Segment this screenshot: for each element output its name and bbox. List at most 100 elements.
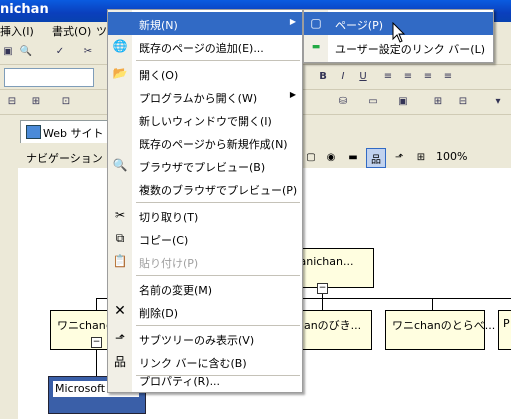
align-left-icon[interactable]: ≡ (380, 68, 396, 84)
menu-item-label: 新規(N) (139, 19, 178, 32)
web-site-icon (26, 125, 41, 139)
cut-icon[interactable]: ✂ (80, 43, 96, 59)
menu-item-label: 既存のページから新規作成(N) (139, 138, 288, 151)
scissors-icon: ✂ (114, 208, 126, 222)
menu-item-label: ユーザー設定のリンク バー(L) (335, 43, 485, 56)
menu-item-label: 既存のページの追加(E)... (139, 42, 264, 55)
menu-item-label: ページ(P) (335, 19, 383, 32)
open-folder-icon: 📂 (112, 66, 128, 80)
link-bar-icon: ▬ (311, 42, 321, 52)
paint-bucket-icon[interactable]: ⛁ (335, 93, 351, 109)
menu-item-label: プログラムから開く(W) (139, 92, 258, 105)
toolbar-options-icon[interactable]: ▾ (490, 93, 506, 109)
subtree-icon[interactable]: ⬏ (390, 148, 408, 166)
menu-item-new-from-existing[interactable]: 既存のページから新規作成(N) (108, 131, 302, 154)
menu-item-cut[interactable]: ✂ 切り取り(T) (108, 204, 302, 227)
copy-icon: ⧉ (115, 230, 125, 245)
menu-separator (136, 275, 300, 276)
menu-item-paste: 📋 貼り付け(P) (108, 250, 302, 273)
tree-line (96, 298, 97, 310)
justify-icon[interactable]: ≡ (440, 68, 456, 84)
tree-line (96, 348, 97, 376)
menu-separator (136, 60, 300, 61)
menu-item-label: 複数のブラウザでプレビュー(P) (139, 184, 298, 197)
menu-item-new[interactable]: 新規(N) ▶ (108, 12, 302, 35)
page-icon: ▢ (310, 16, 322, 30)
spelling-icon[interactable]: ✓ (52, 43, 68, 59)
submenu-arrow-icon: ▶ (289, 17, 296, 26)
tree-line (432, 298, 433, 310)
preview-icon: 🔍 (112, 158, 128, 172)
portrait-icon[interactable]: ◉ (322, 148, 340, 166)
tab-web-site-label: Web サイト (43, 127, 104, 140)
menu-item-label: 削除(D) (139, 307, 179, 320)
mouse-cursor-icon (392, 22, 406, 43)
collapse-toggle[interactable]: − (91, 337, 102, 348)
menu-insert[interactable]: 挿入(I) (0, 23, 34, 39)
toolbar-icon[interactable]: ⊞ (430, 93, 446, 109)
window-title: nichan (0, 2, 49, 17)
menu-item-preview-multiple[interactable]: 複数のブラウザでプレビュー(P) (108, 177, 302, 200)
print-preview-icon[interactable]: 🔍 (18, 43, 34, 59)
toolbar-icon[interactable]: ▣ (395, 93, 411, 109)
menu-item-label: 切り取り(T) (139, 211, 199, 224)
menu-item-label: サブツリーのみ表示(V) (139, 334, 255, 347)
page-icon[interactable]: ▢ (302, 148, 320, 166)
underline-icon[interactable]: U (355, 68, 371, 84)
menu-item-preview[interactable]: 🔍 ブラウザでプレビュー(B) (108, 154, 302, 177)
zoom-level[interactable]: 100% (436, 150, 467, 163)
menu-format[interactable]: 書式(O) (52, 23, 91, 39)
tree-line (322, 298, 323, 310)
menu-item-rename[interactable]: 名前の変更(M) (108, 277, 302, 300)
left-pane-edge (0, 116, 19, 419)
menu-item-label: 新しいウィンドウで開く(I) (139, 115, 272, 128)
node-label: ワニchanのとらべ... (392, 319, 496, 332)
node-label: hanのびき... (297, 319, 362, 332)
align-right-icon[interactable]: ≡ (420, 68, 436, 84)
tree-node[interactable]: P (498, 310, 511, 350)
menu-item-label: ブラウザでプレビュー(B) (139, 161, 266, 174)
context-menu: 新規(N) ▶ 🌐 既存のページの追加(E)... 📂 開く(O) プログラムか… (107, 9, 303, 393)
subtree-icon: ⬏ (114, 331, 126, 345)
toolbar-icon[interactable]: ⊟ (455, 93, 471, 109)
menu-item-add-existing-page[interactable]: 🌐 既存のページの追加(E)... (108, 35, 302, 58)
delete-x-icon: ✕ (114, 303, 126, 319)
menu-item-properties[interactable]: プロパティ(R)... (108, 368, 302, 391)
bold-icon[interactable]: B (315, 68, 331, 84)
menu-item-open[interactable]: 📂 開く(O) (108, 62, 302, 85)
menu-separator (136, 202, 300, 203)
hierarchy-icon[interactable]: 品 (366, 148, 386, 168)
expand-icon[interactable]: ⊞ (412, 148, 430, 166)
toolbar-icon[interactable]: ⊟ (4, 93, 20, 109)
toolbar-icon[interactable]: ⊞ (28, 93, 44, 109)
add-existing-page-icon: 🌐 (112, 39, 128, 53)
tree-node[interactable]: ワニchanのとらべ... (385, 310, 495, 350)
node-label: P (503, 317, 510, 330)
menu-item-open-with[interactable]: プログラムから開く(W) ▶ (108, 85, 302, 108)
menu-item-open-new-window[interactable]: 新しいウィンドウで開く(I) (108, 108, 302, 131)
node-label: Microsoft (55, 382, 106, 395)
menu-separator (136, 325, 300, 326)
navigation-title: ナビゲーション (26, 152, 103, 165)
menu-item-copy[interactable]: ⧉ コピー(C) (108, 227, 302, 250)
collapse-toggle[interactable]: − (317, 283, 328, 294)
menu-item-label: 名前の変更(M) (139, 284, 213, 297)
toolbar-icon[interactable]: ▭ (365, 93, 381, 109)
save-icon[interactable]: ▣ (0, 43, 16, 59)
link-bar-icon[interactable]: ▬ (344, 148, 362, 166)
menu-tools[interactable]: ツ (96, 23, 107, 39)
submenu-arrow-icon: ▶ (289, 90, 296, 99)
menu-item-label: 貼り付け(P) (139, 257, 199, 270)
link-bar-icon: 品 (113, 354, 126, 369)
menu-item-label: コピー(C) (139, 234, 189, 247)
menu-item-label: 開く(O) (139, 69, 179, 82)
align-center-icon[interactable]: ≡ (400, 68, 416, 84)
menu-item-show-subtree[interactable]: ⬏ サブツリーのみ表示(V) (108, 327, 302, 350)
tab-web-site[interactable]: Web サイト (20, 120, 110, 143)
italic-icon[interactable]: I (335, 68, 351, 84)
style-combo[interactable] (4, 68, 94, 87)
menu-item-delete[interactable]: ✕ 削除(D) (108, 300, 302, 323)
toolbar-icon[interactable]: ⊡ (58, 93, 74, 109)
menu-item-label: プロパティ(R)... (139, 375, 221, 388)
paste-icon: 📋 (112, 254, 128, 268)
